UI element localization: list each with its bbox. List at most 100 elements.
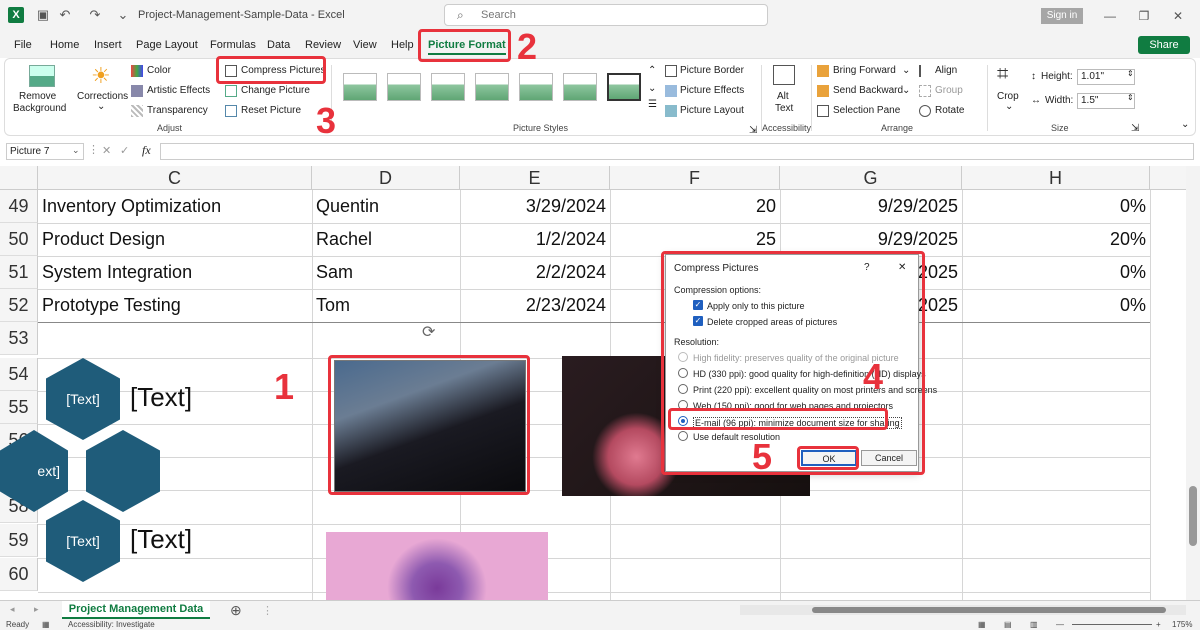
row-header[interactable]: 51	[0, 256, 38, 289]
send-backward-button[interactable]: Send Backward	[833, 85, 903, 96]
cell-assignee[interactable]: Tom	[312, 289, 460, 322]
zoom-level[interactable]: 175%	[1172, 620, 1192, 629]
cell-start-date[interactable]: 1/2/2024	[460, 223, 610, 256]
picture-style-thumb[interactable]	[475, 73, 509, 101]
normal-view-icon[interactable]: ▦	[978, 620, 986, 629]
tab-help[interactable]: Help	[391, 39, 414, 51]
tab-formulas[interactable]: Formulas	[210, 39, 256, 51]
cell-project[interactable]: Product Design	[38, 223, 312, 256]
restore-icon[interactable]: ❐	[1134, 8, 1154, 24]
column-header-g[interactable]: G	[780, 166, 962, 190]
group-button[interactable]: Group	[935, 85, 963, 96]
cell-assignee[interactable]: Quentin	[312, 190, 460, 223]
picture-style-thumb[interactable]	[519, 73, 553, 101]
more-options-icon[interactable]: ⋮	[262, 604, 273, 617]
cell-project[interactable]: System Integration	[38, 256, 312, 289]
row-header[interactable]: 55	[0, 391, 38, 424]
accessibility-status[interactable]: Accessibility: Investigate	[68, 620, 155, 629]
horizontal-scrollbar[interactable]	[740, 605, 1186, 615]
cell-assignee[interactable]: Sam	[312, 256, 460, 289]
gallery-down-icon[interactable]: ⌄	[648, 83, 656, 94]
zoom-out-icon[interactable]: —	[1056, 620, 1064, 629]
picture-styles-launcher-icon[interactable]: ⇲	[749, 125, 757, 136]
smartart-hexagon[interactable]	[86, 430, 160, 512]
cell-progress[interactable]: 0%	[962, 190, 1150, 223]
page-break-view-icon[interactable]: ▥	[1030, 620, 1038, 629]
row-header[interactable]: 53	[0, 322, 38, 355]
row-header[interactable]: 52	[0, 289, 38, 322]
zoom-in-icon[interactable]: +	[1156, 620, 1161, 629]
cell-duration[interactable]: 20	[610, 190, 780, 223]
cancel-icon[interactable]: ✕	[102, 144, 111, 157]
sign-in-button[interactable]: Sign in	[1041, 8, 1083, 24]
rotate-handle-icon[interactable]: ⟳	[422, 322, 435, 342]
horizontal-scroll-thumb[interactable]	[812, 607, 1166, 613]
size-launcher-icon[interactable]: ⇲	[1131, 123, 1139, 134]
name-box-chevron-icon[interactable]: ⌄	[72, 145, 80, 156]
sheet-tab-project-management[interactable]: Project Management Data	[62, 601, 210, 619]
macro-icon[interactable]: ▦	[42, 620, 50, 629]
height-stepper-icon[interactable]: ⇕	[1127, 69, 1134, 78]
color-button[interactable]: Color	[147, 65, 171, 76]
customize-icon[interactable]: ⌄	[116, 8, 130, 22]
picture-style-thumb[interactable]	[343, 73, 377, 101]
artistic-effects-button[interactable]: Artistic Effects	[147, 85, 210, 96]
cell-start-date[interactable]: 2/2/2024	[460, 256, 610, 289]
row-header[interactable]: 49	[0, 190, 38, 223]
remove-background-label-2[interactable]: Background	[13, 103, 66, 114]
cell-progress[interactable]: 0%	[962, 289, 1150, 322]
next-sheet-icon[interactable]: ▸	[34, 604, 39, 615]
selection-pane-button[interactable]: Selection Pane	[833, 105, 900, 116]
picture-style-thumb[interactable]	[607, 73, 641, 101]
page-layout-view-icon[interactable]: ▤	[1004, 620, 1012, 629]
cell-start-date[interactable]: 2/23/2024	[460, 289, 610, 322]
enter-icon[interactable]: ✓	[120, 144, 129, 157]
gallery-more-icon[interactable]: ☰	[648, 99, 657, 110]
insert-function-icon[interactable]: fx	[142, 143, 151, 158]
cell-progress[interactable]: 0%	[962, 256, 1150, 289]
row-header[interactable]: 59	[0, 524, 38, 557]
reset-picture-button[interactable]: Reset Picture	[241, 105, 301, 116]
alt-text-label-2[interactable]: Text	[775, 103, 793, 114]
share-button[interactable]: Share	[1138, 36, 1190, 54]
cell-project[interactable]: Inventory Optimization	[38, 190, 312, 223]
collapse-ribbon-icon[interactable]: ⌄	[1181, 119, 1189, 130]
cell-start-date[interactable]: 3/29/2024	[460, 190, 610, 223]
search-input[interactable]: ⌕ Search	[444, 4, 768, 26]
save-icon[interactable]: ▣	[36, 8, 50, 22]
tab-page-layout[interactable]: Page Layout	[136, 39, 198, 51]
smartart-label[interactable]: [Text]	[130, 382, 192, 413]
column-header-d[interactable]: D	[312, 166, 460, 190]
row-header[interactable]: 54	[0, 358, 38, 391]
smartart-hexagon[interactable]: [Text]	[46, 500, 120, 582]
change-picture-button[interactable]: Change Picture	[241, 85, 310, 96]
formula-input[interactable]	[160, 143, 1194, 160]
tab-home[interactable]: Home	[50, 39, 79, 51]
crop-chevron-icon[interactable]: ⌄	[1005, 101, 1013, 112]
transparency-button[interactable]: Transparency	[147, 105, 208, 116]
tab-file[interactable]: File	[14, 39, 32, 51]
vertical-scrollbar[interactable]	[1186, 166, 1200, 600]
minimize-icon[interactable]: —	[1100, 8, 1120, 24]
redo-icon[interactable]: ↷	[88, 8, 102, 22]
add-sheet-icon[interactable]: ⊕	[230, 602, 242, 619]
picture-layout-button[interactable]: Picture Layout	[680, 105, 744, 116]
remove-background-label-1[interactable]: Remove	[19, 91, 56, 102]
zoom-slider[interactable]	[1072, 624, 1152, 625]
corrections-chevron-icon[interactable]: ⌄	[97, 101, 105, 112]
row-header[interactable]: 50	[0, 223, 38, 256]
chevron-down-icon[interactable]: ⌄	[902, 85, 910, 96]
cell-end-date[interactable]: 9/29/2025	[780, 190, 962, 223]
picture-coral[interactable]	[326, 532, 548, 600]
picture-border-button[interactable]: Picture Border	[680, 65, 744, 76]
bring-forward-button[interactable]: Bring Forward	[833, 65, 896, 76]
chevron-down-icon[interactable]: ⌄	[902, 65, 910, 76]
column-header-h[interactable]: H	[962, 166, 1150, 190]
worksheet-grid[interactable]: 49 50 51 52 53 54 55 56 57 58 59 60 Inve…	[0, 190, 1186, 600]
align-button[interactable]: Align	[935, 65, 957, 76]
prev-sheet-icon[interactable]: ◂	[10, 604, 15, 615]
smartart-hexagon[interactable]: [Text]	[46, 358, 120, 440]
vertical-scroll-thumb[interactable]	[1189, 486, 1197, 546]
tab-insert[interactable]: Insert	[94, 39, 122, 51]
gallery-up-icon[interactable]: ⌃	[648, 65, 656, 76]
